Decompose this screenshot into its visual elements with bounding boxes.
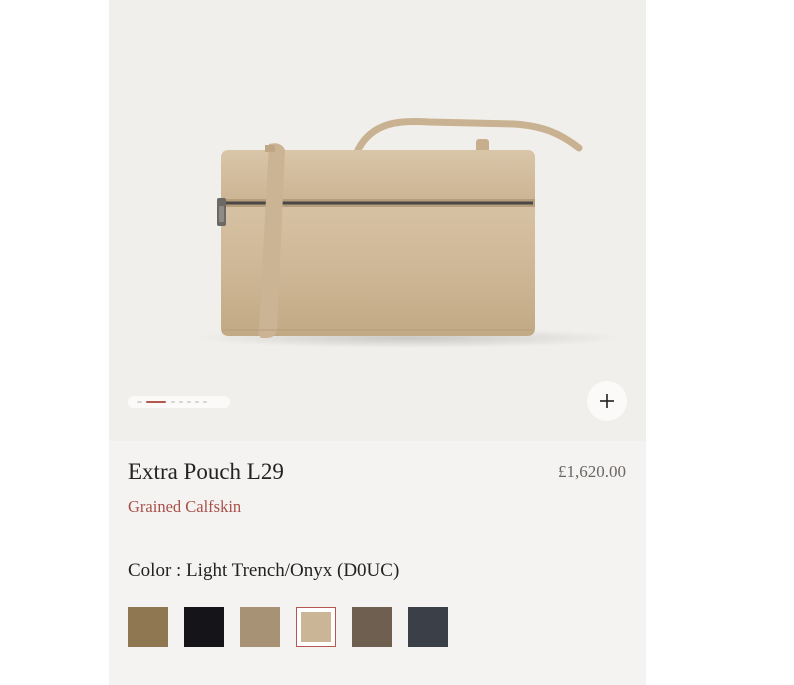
product-card: Extra Pouch L29 Grained Calfskin £1,620.… xyxy=(109,0,646,685)
product-image xyxy=(194,117,624,348)
pagination-dot[interactable] xyxy=(179,401,183,403)
swatch-color-fill xyxy=(352,607,392,647)
color-swatch-6[interactable] xyxy=(408,607,448,647)
color-swatch-4-selected[interactable] xyxy=(296,607,336,647)
pagination-dot-active[interactable] xyxy=(146,401,166,403)
swatch-color-fill xyxy=(240,607,280,647)
pagination-dot[interactable] xyxy=(171,401,175,403)
color-label: Color : Light Trench/Onyx (D0UC) xyxy=(128,560,400,581)
pagination-dot[interactable] xyxy=(137,401,142,403)
product-name: Extra Pouch L29 xyxy=(128,459,284,484)
pagination-dot[interactable] xyxy=(203,401,207,403)
color-swatch-1[interactable] xyxy=(128,607,168,647)
swatch-color-fill xyxy=(128,607,168,647)
product-material: Grained Calfskin xyxy=(128,497,242,516)
plus-icon xyxy=(600,394,614,408)
pagination-dot[interactable] xyxy=(195,401,199,403)
swatch-color-fill xyxy=(301,612,331,642)
zoom-button[interactable] xyxy=(587,381,627,421)
color-swatch-2[interactable] xyxy=(184,607,224,647)
gallery-pagination[interactable] xyxy=(128,396,230,408)
color-swatch-3[interactable] xyxy=(240,607,280,647)
color-swatch-5[interactable] xyxy=(352,607,392,647)
swatch-color-fill xyxy=(408,607,448,647)
product-price: £1,620.00 xyxy=(558,462,626,481)
swatch-color-fill xyxy=(184,607,224,647)
product-gallery[interactable] xyxy=(109,0,646,441)
pagination-dot[interactable] xyxy=(187,401,191,403)
